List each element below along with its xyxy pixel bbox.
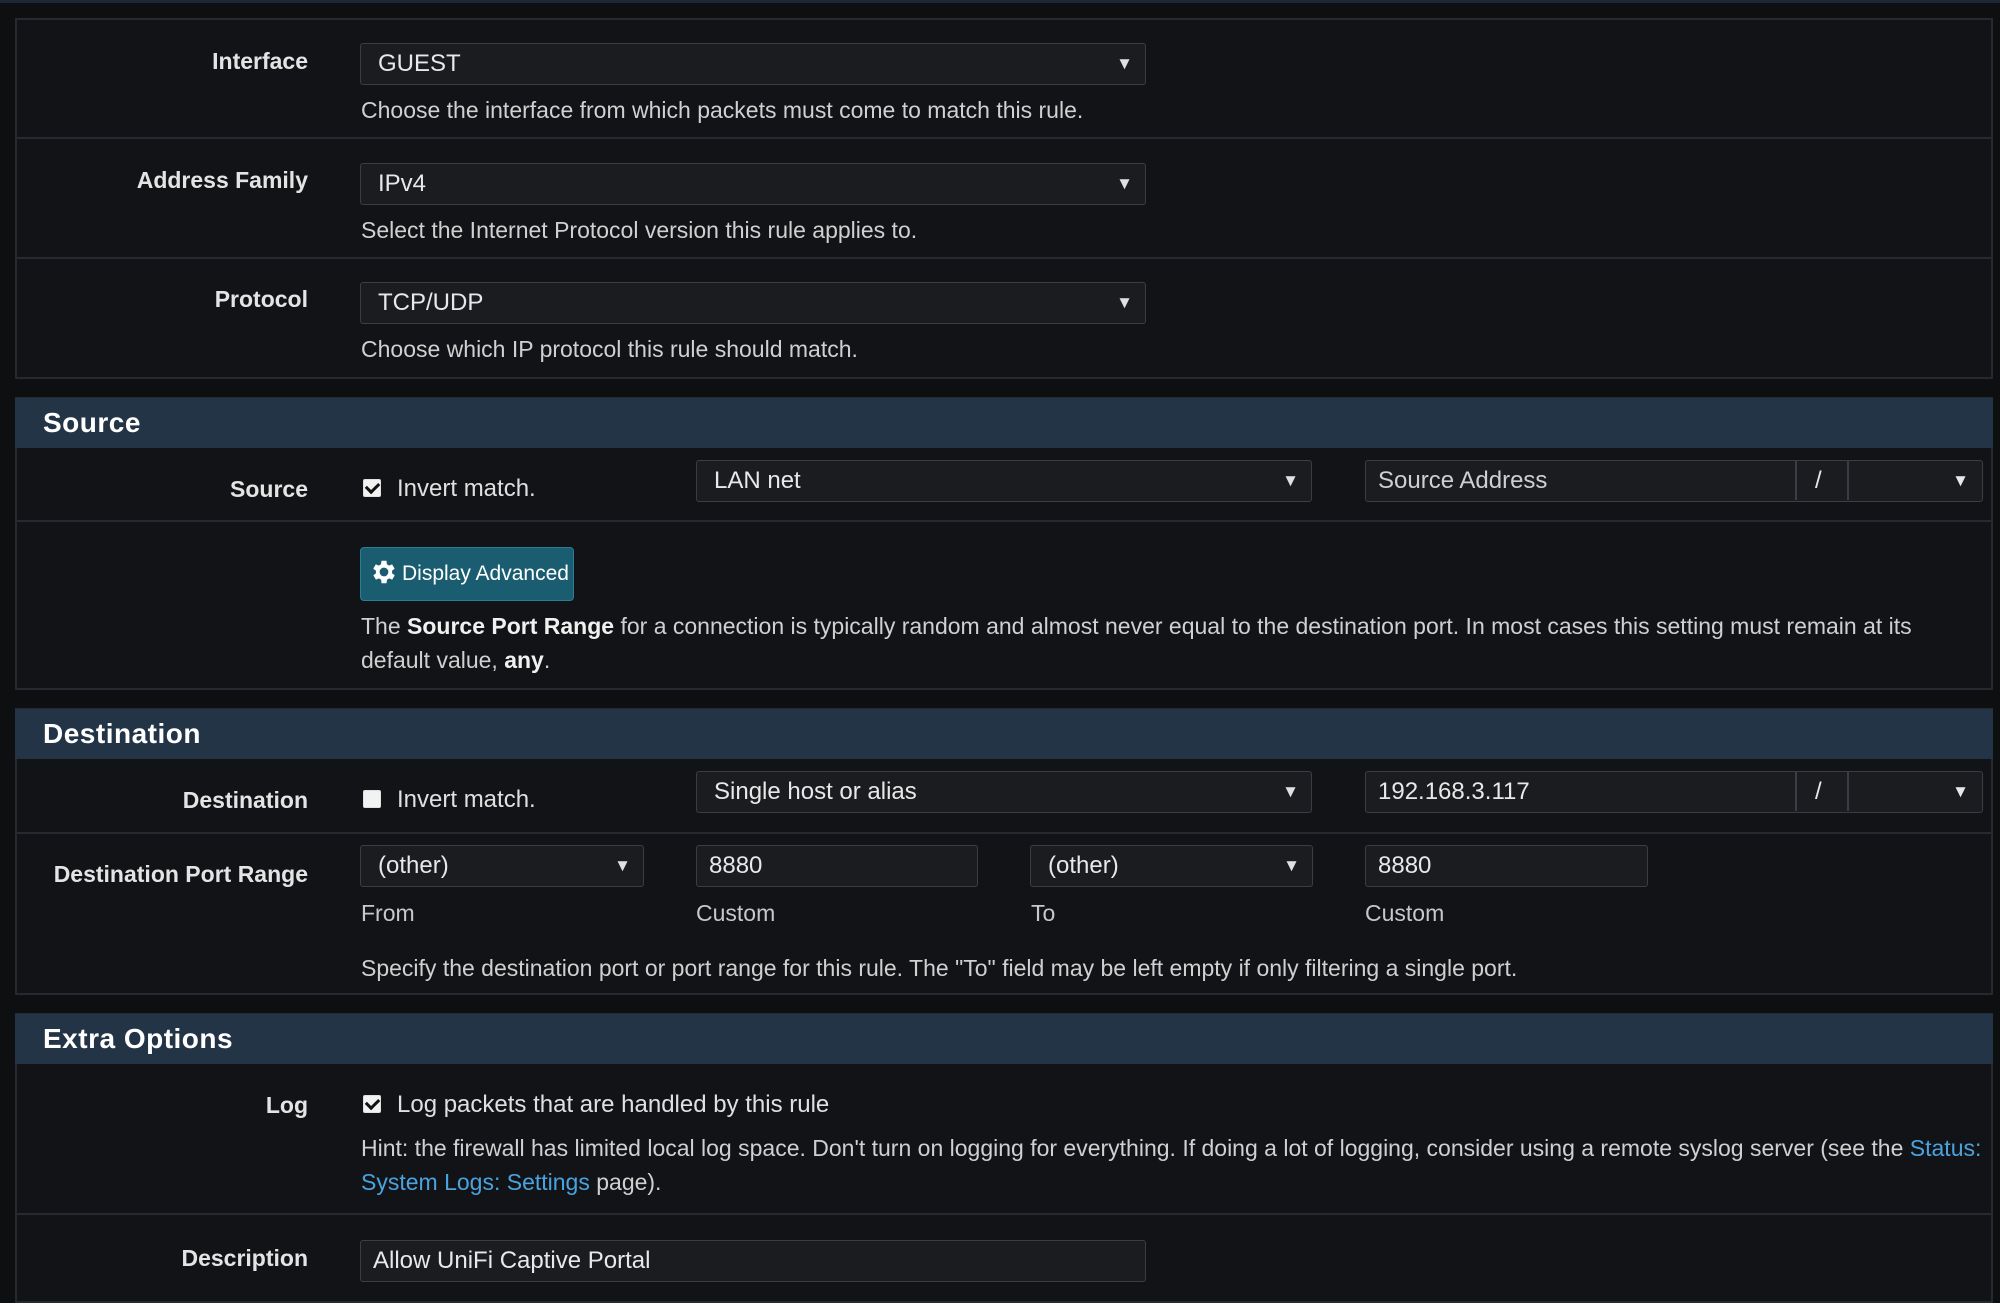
dropdown-caret-icon: ▼	[1283, 856, 1300, 875]
source-help-text: The	[361, 613, 408, 639]
display-advanced-button[interactable]: Display Advanced	[360, 547, 574, 601]
divider	[1795, 461, 1797, 500]
interface-value: GUEST	[378, 50, 461, 77]
port-to-custom-input[interactable]: 8880	[1365, 845, 1648, 887]
display-advanced-label: Display Advanced	[402, 562, 569, 585]
protocol-select[interactable]: TCP/UDP ▼	[360, 282, 1146, 324]
source-port-help: The Source Port Range for a connection i…	[361, 609, 1981, 677]
port-to-value: (other)	[1048, 852, 1119, 879]
description-label: Description	[181, 1245, 308, 1271]
source-panel-heading: Source	[15, 398, 1993, 448]
port-from-sublabel: From	[361, 900, 415, 926]
source-address-group: Source Address / ▼	[1365, 460, 1983, 502]
divider	[1795, 772, 1797, 811]
address-family-value: IPv4	[378, 170, 427, 197]
interface-select[interactable]: GUEST ▼	[360, 43, 1146, 85]
log-hint: Hint: the firewall has limited local log…	[361, 1131, 1986, 1199]
destination-heading-text: Destination	[43, 718, 201, 749]
port-from-value: (other)	[378, 852, 449, 879]
description-input[interactable]: Allow UniFi Captive Portal	[360, 1240, 1146, 1282]
row-separator	[17, 832, 1991, 834]
destination-address-group: 192.168.3.117 / ▼	[1365, 771, 1983, 813]
dropdown-caret-icon: ▼	[1282, 782, 1299, 801]
dropdown-caret-icon: ▼	[1952, 782, 1969, 801]
destination-label: Destination	[182, 787, 308, 813]
destination-port-range-label: Destination Port Range	[53, 861, 308, 887]
log-checkbox[interactable]	[363, 1095, 381, 1113]
row-separator	[17, 137, 1991, 139]
address-family-select[interactable]: IPv4 ▼	[360, 163, 1146, 205]
dropdown-caret-icon: ▼	[1952, 471, 1969, 490]
destination-mask-slash: /	[1815, 778, 1822, 805]
source-type-value: LAN net	[714, 467, 801, 494]
dropdown-caret-icon: ▼	[1282, 471, 1299, 490]
source-invert-checkbox[interactable]	[363, 479, 381, 497]
destination-type-select[interactable]: Single host or alias ▼	[696, 771, 1312, 813]
port-from-select[interactable]: (other) ▼	[360, 845, 644, 887]
row-separator	[17, 520, 1991, 522]
source-mask-select[interactable]: ▼	[1849, 461, 1979, 500]
port-from-custom-input[interactable]: 8880	[696, 845, 978, 887]
dropdown-caret-icon: ▼	[1116, 174, 1133, 193]
interface-label: Interface	[212, 48, 308, 74]
log-hint-text: page).	[589, 1169, 662, 1195]
address-family-help: Select the Internet Protocol version thi…	[361, 217, 918, 243]
row-separator	[17, 1213, 1991, 1215]
source-help-text: .	[543, 647, 551, 673]
destination-mask-select[interactable]: ▼	[1849, 772, 1979, 811]
source-help-bold: any	[504, 647, 544, 673]
source-invert-label: Invert match.	[397, 475, 536, 502]
source-mask-slash: /	[1815, 467, 1822, 494]
destination-panel-heading: Destination	[15, 709, 1993, 759]
extra-options-heading-text: Extra Options	[43, 1023, 234, 1054]
protocol-help: Choose which IP protocol this rule shoul…	[361, 336, 858, 362]
port-to-sublabel: To	[1031, 900, 1056, 926]
log-hint-text: Hint: the firewall has limited local log…	[361, 1135, 1910, 1161]
source-help-bold: Source Port Range	[407, 613, 615, 639]
destination-type-value: Single host or alias	[714, 778, 917, 805]
port-to-custom-sublabel: Custom	[1365, 900, 1445, 926]
address-family-label: Address Family	[136, 167, 308, 193]
destination-address-input[interactable]: 192.168.3.117	[1378, 772, 1530, 811]
destination-port-help: Specify the destination port or port ran…	[361, 955, 1518, 981]
source-type-select[interactable]: LAN net ▼	[696, 460, 1312, 502]
source-heading-text: Source	[43, 407, 141, 438]
interface-help: Choose the interface from which packets …	[361, 97, 1084, 123]
dropdown-caret-icon: ▼	[1116, 293, 1133, 312]
port-from-custom-sublabel: Custom	[696, 900, 776, 926]
log-checkbox-label: Log packets that are handled by this rul…	[397, 1091, 830, 1118]
destination-invert-label: Invert match.	[397, 786, 536, 813]
dropdown-caret-icon: ▼	[1116, 54, 1133, 73]
destination-invert-checkbox[interactable]	[363, 790, 381, 808]
top-border	[0, 0, 2000, 3]
port-to-select[interactable]: (other) ▼	[1030, 845, 1313, 887]
protocol-value: TCP/UDP	[378, 289, 484, 316]
extra-options-panel-heading: Extra Options	[15, 1014, 1993, 1064]
row-separator	[17, 257, 1991, 259]
protocol-label: Protocol	[214, 286, 308, 312]
source-address-input[interactable]: Source Address	[1378, 461, 1547, 500]
dropdown-caret-icon: ▼	[614, 856, 631, 875]
gear-icon	[373, 560, 395, 584]
log-label: Log	[265, 1092, 308, 1118]
source-label: Source	[230, 476, 308, 502]
